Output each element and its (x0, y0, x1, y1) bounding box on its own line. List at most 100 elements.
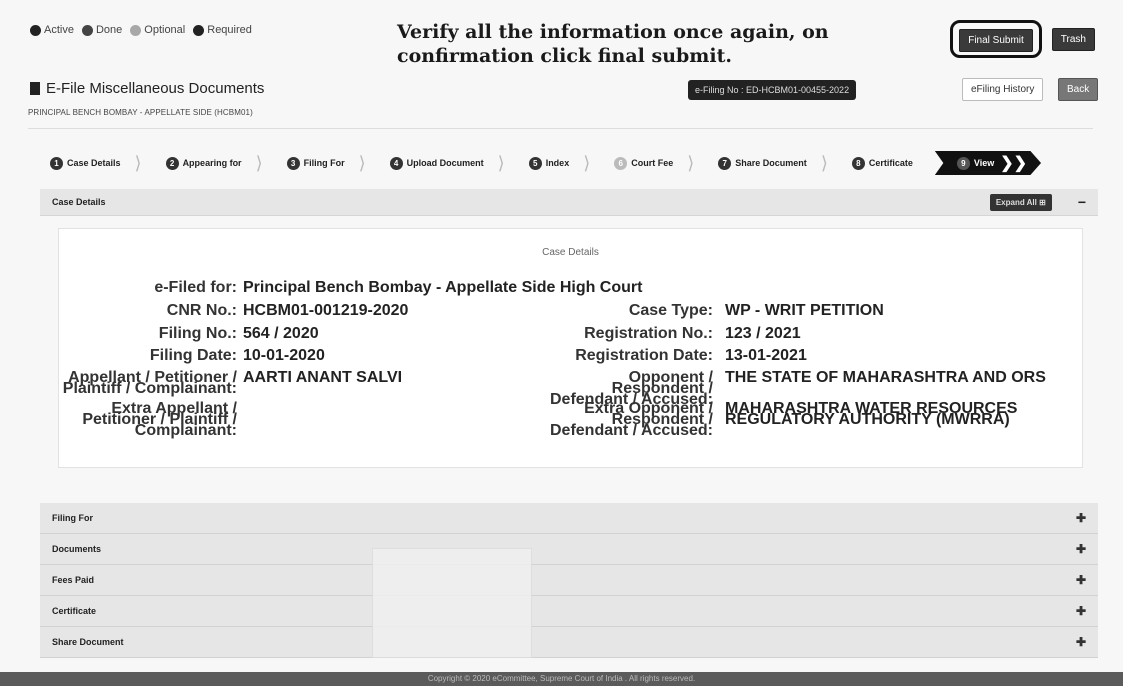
step-index[interactable]: 5 Index ⟩ (517, 151, 603, 175)
step-label: Appearing for (182, 158, 242, 168)
chevron-right-icon: ⟩ (255, 152, 263, 173)
collapse-icon[interactable]: − (1078, 194, 1086, 210)
step-number: 4 (389, 156, 403, 170)
step-number: 6 (614, 156, 628, 170)
chevron-right-icon: ⟩ (820, 152, 828, 173)
step-label: Case Details (67, 158, 121, 168)
cnr-label: CNR No.: (166, 302, 237, 319)
page-title-text: E-File Miscellaneous Documents (46, 80, 265, 97)
step-number: 1 (50, 156, 63, 170)
wizard-steps: 1 Case Details ⟩ 2 Appearing for ⟩ 3 Filing F… (38, 151, 1042, 175)
efiling-history-button[interactable]: eFiling History (962, 78, 1044, 101)
step-view[interactable]: 9 View ❯❯ (934, 151, 1042, 175)
appellant-value: AARTI ANANT SALVI (243, 369, 403, 386)
filing-date-value: 10-01-2020 (243, 347, 325, 364)
divider (28, 128, 1093, 129)
section-label: Fees Paid (52, 575, 95, 585)
step-case-details[interactable]: 1 Case Details ⟩ (38, 151, 154, 175)
step-label: Share Document (735, 158, 807, 168)
legend-optional: Optional (130, 24, 185, 36)
step-number: 9 (956, 156, 970, 170)
required-dot-icon (193, 24, 205, 36)
section-label: Documents (52, 544, 102, 554)
chevron-right-icon: ⟩ (497, 152, 505, 173)
expand-plus-icon[interactable]: ✚ (1076, 635, 1086, 649)
appellant-label: Appellant / Petitioner / Plaintiff / Com… (62, 369, 237, 397)
step-label: Court Fee (631, 158, 674, 168)
step-number: 3 (286, 156, 300, 170)
footer: Copyright © 2020 eCommittee, Supreme Cou… (0, 672, 1123, 686)
header-controls: Expand All ⊞ − (989, 193, 1086, 211)
top-actions: Final Submit Trash (950, 20, 1095, 58)
step-appearing-for[interactable]: 2 Appearing for ⟩ (154, 151, 275, 175)
book-icon (30, 82, 40, 95)
cnr-value: HCBM01-001219-2020 (243, 302, 409, 319)
case-type-label: Case Type: (628, 302, 713, 319)
chevron-right-icon: ⟩ (134, 152, 142, 173)
step-label: Upload Document (406, 158, 484, 168)
chevron-right-icon: ⟩ (687, 152, 695, 173)
legend-label: Done (95, 24, 123, 36)
double-chevron-icon: ❯❯ (1000, 155, 1028, 172)
opponent-value: THE STATE OF MAHARASHTRA AND ORS (725, 369, 1046, 386)
registration-no-label: Registration No.: (584, 325, 713, 342)
legend-label: Active (44, 24, 74, 36)
step-label: Filing For (303, 158, 345, 168)
expand-plus-icon[interactable]: ✚ (1076, 604, 1086, 618)
expand-all-button[interactable]: Expand All ⊞ (989, 193, 1052, 211)
floating-panel (372, 548, 532, 658)
step-certificate[interactable]: 8 Certificate (840, 151, 925, 175)
court-subtitle: PRINCIPAL BENCH BOMBAY - APPELLATE SIDE … (28, 108, 253, 117)
registration-date-label: Registration Date: (575, 347, 713, 364)
step-number: 5 (528, 156, 542, 170)
section-accordion: Filing For ✚ Documents ✚ Fees Paid ✚ Certif… (40, 503, 1098, 658)
back-button[interactable]: Back (1058, 78, 1099, 101)
filing-no-label: Filing No.: (158, 325, 237, 342)
case-details-header[interactable]: Case Details Expand All ⊞ − (40, 189, 1098, 216)
expand-plus-icon[interactable]: ✚ (1076, 542, 1086, 556)
step-label: Index (545, 158, 570, 168)
legend-required: Required (193, 24, 252, 36)
efiled-for-label: e-Filed for: (154, 279, 237, 296)
filing-no-value: 564 / 2020 (243, 325, 319, 342)
step-number: 2 (165, 156, 179, 170)
extra-opponent-value: MAHARASHTRA WATER RESOURCES REGULATORY A… (725, 400, 1018, 428)
final-submit-button[interactable]: Final Submit (959, 29, 1033, 52)
efiled-for-value: Principal Bench Bombay - Appellate Side … (243, 279, 643, 296)
step-label: Certificate (868, 158, 913, 168)
panel-title: Case Details (542, 247, 599, 258)
step-number: 8 (851, 156, 865, 170)
section-filing-for[interactable]: Filing For ✚ (40, 503, 1098, 534)
legend-label: Optional (144, 24, 186, 36)
filing-date-label: Filing Date: (149, 347, 237, 364)
page-title: E-File Miscellaneous Documents (30, 80, 264, 97)
trash-button[interactable]: Trash (1051, 27, 1095, 51)
page: Active Done Optional Required Verify all… (0, 0, 1123, 686)
step-number: 7 (718, 156, 732, 170)
expand-plus-icon[interactable]: ✚ (1076, 511, 1086, 525)
active-dot-icon (30, 24, 41, 36)
legend-label: Required (207, 24, 252, 36)
status-legend: Active Done Optional Required (30, 24, 252, 36)
section-label: Certificate (52, 606, 97, 616)
step-upload-document[interactable]: 4 Upload Document ⟩ (378, 151, 517, 175)
section-certificate[interactable]: Certificate ✚ (40, 596, 1098, 627)
section-title: Case Details (52, 197, 106, 207)
expand-plus-icon[interactable]: ✚ (1076, 573, 1086, 587)
efiling-number-badge: e-Filing No : ED-HCBM01-00455-2022 (688, 80, 857, 100)
case-type-value: WP - WRIT PETITION (725, 302, 884, 319)
step-court-fee[interactable]: 6 Court Fee ⟩ (602, 151, 706, 175)
section-documents[interactable]: Documents ✚ (40, 534, 1098, 565)
section-label: Share Document (52, 637, 124, 647)
section-share-document[interactable]: Share Document ✚ (40, 627, 1098, 658)
optional-dot-icon (130, 24, 142, 36)
step-label: View (973, 158, 995, 168)
step-share-document[interactable]: 7 Share Document ⟩ (706, 151, 840, 175)
section-label: Filing For (52, 513, 93, 523)
step-filing-for[interactable]: 3 Filing For ⟩ (275, 151, 378, 175)
chevron-right-icon: ⟩ (358, 152, 366, 173)
extra-opponent-label: Extra Opponent / Respondent / Defendant … (550, 400, 713, 439)
section-fees-paid[interactable]: Fees Paid ✚ (40, 565, 1098, 596)
done-dot-icon (81, 24, 93, 36)
expand-all-label: Expand All (995, 197, 1037, 207)
